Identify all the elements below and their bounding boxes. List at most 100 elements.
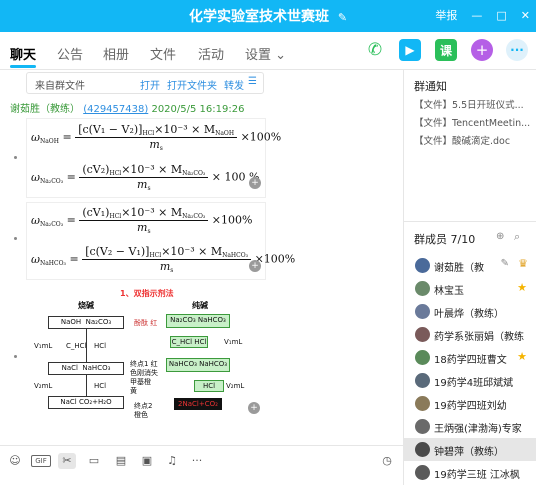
add-member-icon[interactable]: ⊕ (496, 231, 504, 242)
notice-item[interactable]: 【文件】5.5日开班仪式... (414, 97, 532, 111)
box-nacl-co2: NaCl CO₂+H₂O (48, 396, 124, 409)
members-title: 群成员 7/10 (414, 233, 476, 246)
member-name: 19药学4班邱斌斌 (434, 378, 514, 389)
avatar (415, 281, 430, 296)
more-options-icon[interactable]: ··· (188, 453, 206, 469)
formula-image-2[interactable]: ωNa₂CO₃ = (cV₁)HCl×10⁻³ × MNa₂CO₃ ms ×100… (26, 202, 295, 280)
avatar (415, 396, 430, 411)
tab-chat[interactable]: 聊天 (10, 44, 36, 63)
edit-icon[interactable]: ✎ (501, 258, 509, 269)
image-icon[interactable]: ▣ (138, 453, 156, 469)
minimize-button[interactable]: — (471, 9, 482, 22)
edit-title-icon[interactable]: ✎ (338, 11, 347, 24)
sender-qq[interactable]: (429457438) (83, 104, 148, 115)
tab-album[interactable]: 相册 (103, 44, 129, 63)
search-member-icon[interactable]: ⌕ (514, 230, 520, 244)
group-title-text: 化学实验室技术世赛班 (188, 9, 329, 25)
member-item[interactable]: 王炳强(津渤海)专家 (404, 415, 536, 438)
member-name: 19药学四班刘幼 (434, 401, 507, 412)
avatar (415, 442, 430, 457)
member-name: 叶晨烨（教练） (434, 309, 504, 320)
avatar (415, 465, 430, 480)
label-hcl-2: HCl (94, 382, 107, 390)
box-red-result: 2NaCl+CO₂ (174, 398, 222, 410)
member-item[interactable]: 钟碧萍（教练） (404, 438, 536, 461)
diagram-right-title: 纯碱 (192, 301, 208, 310)
zoom-icon[interactable]: + (249, 177, 261, 189)
course-icon[interactable]: 课 (435, 39, 457, 61)
file-card[interactable]: 来自群文件 打开 打开文件夹 转发 ☰ (26, 72, 264, 94)
zoom-icon[interactable]: + (249, 260, 261, 272)
history-clock-icon[interactable]: ◷ (378, 453, 396, 469)
member-name: 钟碧萍（教练） (434, 447, 504, 458)
notice-item[interactable]: 【文件】TencentMeetin... (414, 115, 532, 129)
label-end2: 终点2 橙色 (134, 402, 153, 419)
admin-star-icon: ★ (517, 281, 527, 294)
member-item[interactable]: 19药学4班邱斌斌 (404, 369, 536, 392)
member-name: 王炳强(津渤海)专家 (434, 424, 522, 435)
tab-activity[interactable]: 活动 (198, 44, 224, 63)
message-bullet (14, 355, 17, 358)
diagram-heading: 1、双指示剂法 (120, 289, 174, 298)
zoom-icon[interactable]: + (248, 402, 260, 414)
report-button[interactable]: 举报 (435, 7, 457, 23)
admin-star-icon: ★ (517, 350, 527, 363)
tab-announcement[interactable]: 公告 (57, 44, 83, 63)
gif-icon[interactable]: GIF (31, 455, 51, 467)
emoji-icon[interactable]: ☺ (6, 453, 24, 469)
add-app-icon[interactable]: + (471, 39, 493, 61)
notice-item[interactable]: 【文件】酸碱滴定.doc (414, 133, 532, 147)
gbox-na2co3-nahco3: Na₂CO₃ NaHCO₃ (166, 314, 230, 328)
gbox-chcl: C_HCl HCl (170, 336, 208, 348)
group-side-panel: 群通知 【文件】5.5日开班仪式... 【文件】TencentMeetin...… (403, 70, 536, 485)
tab-bar: 聊天 公告 相册 文件 活动 设置 ⌄ ✆ ▶ 课 + ··· (0, 32, 536, 70)
avatar (415, 373, 430, 388)
member-name: 19药学三班 江冰枫 (434, 470, 520, 481)
member-item[interactable]: 18药学四班曹文 ★ (404, 346, 536, 369)
tab-files[interactable]: 文件 (150, 44, 176, 63)
member-name: 谢茹胜（教 (434, 263, 484, 274)
box-nacl-nahco3: NaCl NaHCO₃ (48, 362, 124, 375)
label-end1: 终点1 红色刚消失 甲基橙 黄 (130, 360, 158, 395)
avatar (415, 258, 430, 273)
avatar (415, 304, 430, 319)
formula-na2co3: ωNa₂CO₃ = (cV₂)HCl×10⁻³ × MNa₂CO₃ ms × 10… (31, 163, 260, 192)
member-name: 18药学四班曹文 (434, 355, 507, 366)
chat-messages[interactable]: 来自群文件 打开 打开文件夹 转发 ☰ 谢茹胜（教练） (429457438) … (0, 70, 403, 445)
label-v2ml: V₂mL (34, 382, 53, 390)
open-file-link[interactable]: 打开 (140, 77, 160, 92)
member-item[interactable]: 林宝玉 ★ (404, 277, 536, 300)
doc-icon[interactable]: ▤ (112, 453, 130, 469)
formula-image-1[interactable]: ωNaOH = [c(V₁ − V₂)]HCl×10⁻³ × MNaOH ms ×… (26, 118, 281, 198)
open-folder-link[interactable]: 打开文件夹 (167, 77, 217, 92)
member-item[interactable]: 19药学三班 江冰枫 (404, 461, 536, 484)
avatar (415, 419, 430, 434)
close-button[interactable]: ✕ (521, 9, 530, 22)
label-g-v1: V₁mL (224, 338, 243, 346)
box-naoh-na2co3: NaOH Na₂CO₃ (48, 316, 124, 329)
phone-icon[interactable]: ✆ (364, 39, 386, 61)
member-item[interactable]: 药学系张丽娟（教练 (404, 323, 536, 346)
bell-icon[interactable]: ♫ (163, 453, 181, 469)
video-icon[interactable]: ▶ (399, 39, 421, 61)
member-item[interactable]: 谢茹胜（教 ✎ ♛ (404, 254, 536, 277)
member-item[interactable]: 19药学四班刘幼 (404, 392, 536, 415)
sender-name[interactable]: 谢茹胜（教练） (10, 104, 80, 115)
diagram-image[interactable]: 1、双指示剂法 烧碱 纯碱 NaOH Na₂CO₃ NaCl NaHCO₃ Na… (26, 284, 266, 424)
avatar (415, 350, 430, 365)
more-icon[interactable]: ··· (506, 39, 528, 61)
tab-settings[interactable]: 设置 ⌄ (245, 44, 286, 63)
label-indicator1: 酚酞 红 (134, 319, 158, 327)
avatar (415, 327, 430, 342)
maximize-button[interactable]: □ (496, 9, 506, 22)
message-time: 2020/5/5 16:19:26 (151, 104, 245, 115)
diagram-left-title: 烧碱 (78, 301, 94, 310)
folder-icon[interactable]: ▭ (85, 453, 103, 469)
member-name: 林宝玉 (434, 286, 464, 297)
label-g-v2: V₂mL (226, 382, 245, 390)
file-menu-icon[interactable]: ☰ (248, 76, 257, 87)
member-item[interactable]: 叶晨烨（教练） (404, 300, 536, 323)
forward-link[interactable]: 转发 (224, 77, 244, 92)
active-tab-indicator (10, 65, 36, 68)
screenshot-scissors-icon[interactable]: ✂ (58, 453, 76, 469)
